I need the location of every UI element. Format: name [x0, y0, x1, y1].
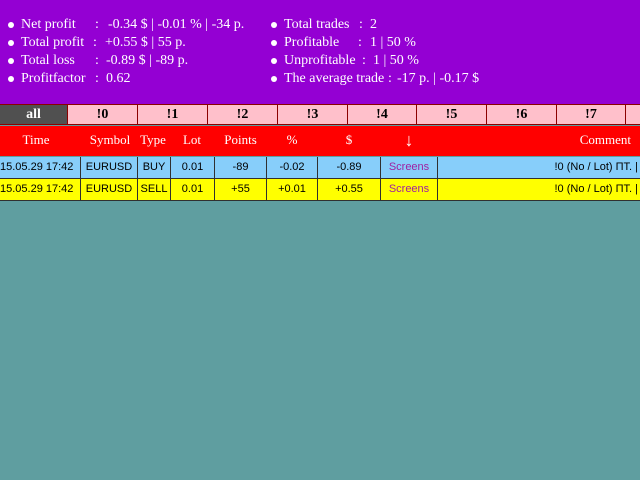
- bullet-icon: [271, 40, 277, 46]
- tab-4[interactable]: !4: [348, 104, 417, 125]
- stat-label: Total loss: [21, 53, 75, 68]
- stat-value: -17 p. | -0.17 $: [397, 71, 480, 86]
- stat-label: Profitfactor: [21, 71, 86, 86]
- stat-value: 2: [370, 17, 377, 32]
- cell-percent: -0.02: [267, 157, 318, 178]
- column-header-type[interactable]: Type: [137, 126, 169, 156]
- stat-separator: :: [359, 17, 363, 32]
- bullet-icon: [8, 22, 14, 28]
- bullet-icon: [271, 76, 277, 82]
- stat-profitable: Profitable : 1 | 50 %: [271, 34, 571, 52]
- stat-net-profit: Net profit : -0.34 $ | -0.01 % | -34 p.: [8, 16, 258, 34]
- cell-symbol: EURUSD: [81, 179, 138, 200]
- stat-value: 1 | 50 %: [370, 35, 416, 50]
- tab-5[interactable]: !5: [417, 104, 487, 125]
- stat-total-loss: Total loss : -0.89 $ | -89 p.: [8, 52, 258, 70]
- stat-value: -0.34 $ | -0.01 % | -34 p.: [108, 17, 245, 32]
- table-row[interactable]: 15.05.29 17:42 EURUSD BUY 0.01 -89 -0.02…: [0, 157, 640, 179]
- stat-separator: :: [93, 35, 97, 50]
- stat-value: 1 | 50 %: [373, 53, 419, 68]
- column-header-points[interactable]: Points: [215, 126, 266, 156]
- trade-report-page: Net profit : -0.34 $ | -0.01 % | -34 p. …: [0, 0, 640, 480]
- cell-comment: !0 (No / Lot) ПТ. |: [554, 161, 638, 173]
- stat-separator: :: [95, 71, 99, 86]
- cell-type: BUY: [138, 157, 171, 178]
- stat-label: Unprofitable: [284, 53, 356, 68]
- tab-3[interactable]: !3: [278, 104, 348, 125]
- cell-time: 15.05.29 17:42: [0, 179, 81, 200]
- column-header-symbol[interactable]: Symbol: [84, 126, 136, 156]
- bullet-icon: [271, 58, 277, 64]
- stat-separator: :: [95, 17, 99, 32]
- cell-type: SELL: [138, 179, 171, 200]
- column-header-dollar[interactable]: $: [318, 126, 380, 156]
- stat-separator: :: [362, 53, 366, 68]
- stat-value: 0.62: [106, 71, 131, 86]
- tab-all[interactable]: all: [0, 104, 68, 125]
- stat-label: Net profit: [21, 17, 76, 32]
- stat-unprofitable: Unprofitable : 1 | 50 %: [271, 52, 571, 70]
- tab-bar: all !0 !1 !2 !3 !4 !5 !6 !7: [0, 104, 640, 125]
- tab-7[interactable]: !7: [557, 104, 626, 125]
- bullet-icon: [8, 40, 14, 46]
- stat-separator: :: [388, 71, 392, 86]
- cell-lot: 0.01: [171, 157, 215, 178]
- bullet-icon: [8, 76, 14, 82]
- column-header-comment[interactable]: Comment: [438, 126, 631, 156]
- cell-dollar: +0.55: [318, 179, 381, 200]
- cell-time: 15.05.29 17:42: [0, 157, 81, 178]
- cell-comment: !0 (No / Lot) ПТ. |: [554, 183, 638, 195]
- stat-label: Total profit: [21, 35, 85, 50]
- tab-2[interactable]: !2: [208, 104, 278, 125]
- summary-panel: Net profit : -0.34 $ | -0.01 % | -34 p. …: [0, 0, 640, 104]
- stat-label: Total trades: [284, 17, 350, 32]
- bullet-icon: [8, 58, 14, 64]
- stat-value: +0.55 $ | 55 p.: [105, 35, 186, 50]
- cell-lot: 0.01: [171, 179, 215, 200]
- tab-0[interactable]: !0: [68, 104, 138, 125]
- tab-1[interactable]: !1: [138, 104, 208, 125]
- stat-value: -0.89 $ | -89 p.: [106, 53, 189, 68]
- cell-symbol: EURUSD: [81, 157, 138, 178]
- cell-dollar: -0.89: [318, 157, 381, 178]
- stat-total-profit: Total profit : +0.55 $ | 55 p.: [8, 34, 258, 52]
- stat-separator: :: [358, 35, 362, 50]
- table-row[interactable]: 15.05.29 17:42 EURUSD SELL 0.01 +55 +0.0…: [0, 179, 640, 201]
- screens-link[interactable]: Screens: [381, 179, 438, 200]
- cell-percent: +0.01: [267, 179, 318, 200]
- bullet-icon: [271, 22, 277, 28]
- stat-average-trade: The average trade : -17 p. | -0.17 $: [271, 70, 571, 88]
- tab-overflow[interactable]: [626, 104, 640, 125]
- cell-points: +55: [215, 179, 267, 200]
- screens-link[interactable]: Screens: [381, 157, 438, 178]
- empty-table-area: [0, 201, 640, 480]
- column-header-percent[interactable]: %: [267, 126, 317, 156]
- stat-label: Profitable: [284, 35, 340, 50]
- stat-separator: :: [95, 53, 99, 68]
- tab-6[interactable]: !6: [487, 104, 557, 125]
- column-header-time[interactable]: Time: [0, 126, 72, 156]
- stat-total-trades: Total trades : 2: [271, 16, 571, 34]
- stat-label: The average trade: [284, 71, 385, 86]
- stat-profitfactor: Profitfactor : 0.62: [8, 70, 258, 88]
- column-header-lot[interactable]: Lot: [170, 126, 214, 156]
- table-header: Time Symbol Type Lot Points % $ ↓ Commen…: [0, 126, 640, 156]
- cell-points: -89: [215, 157, 267, 178]
- sort-arrow-icon[interactable]: ↓: [381, 126, 437, 156]
